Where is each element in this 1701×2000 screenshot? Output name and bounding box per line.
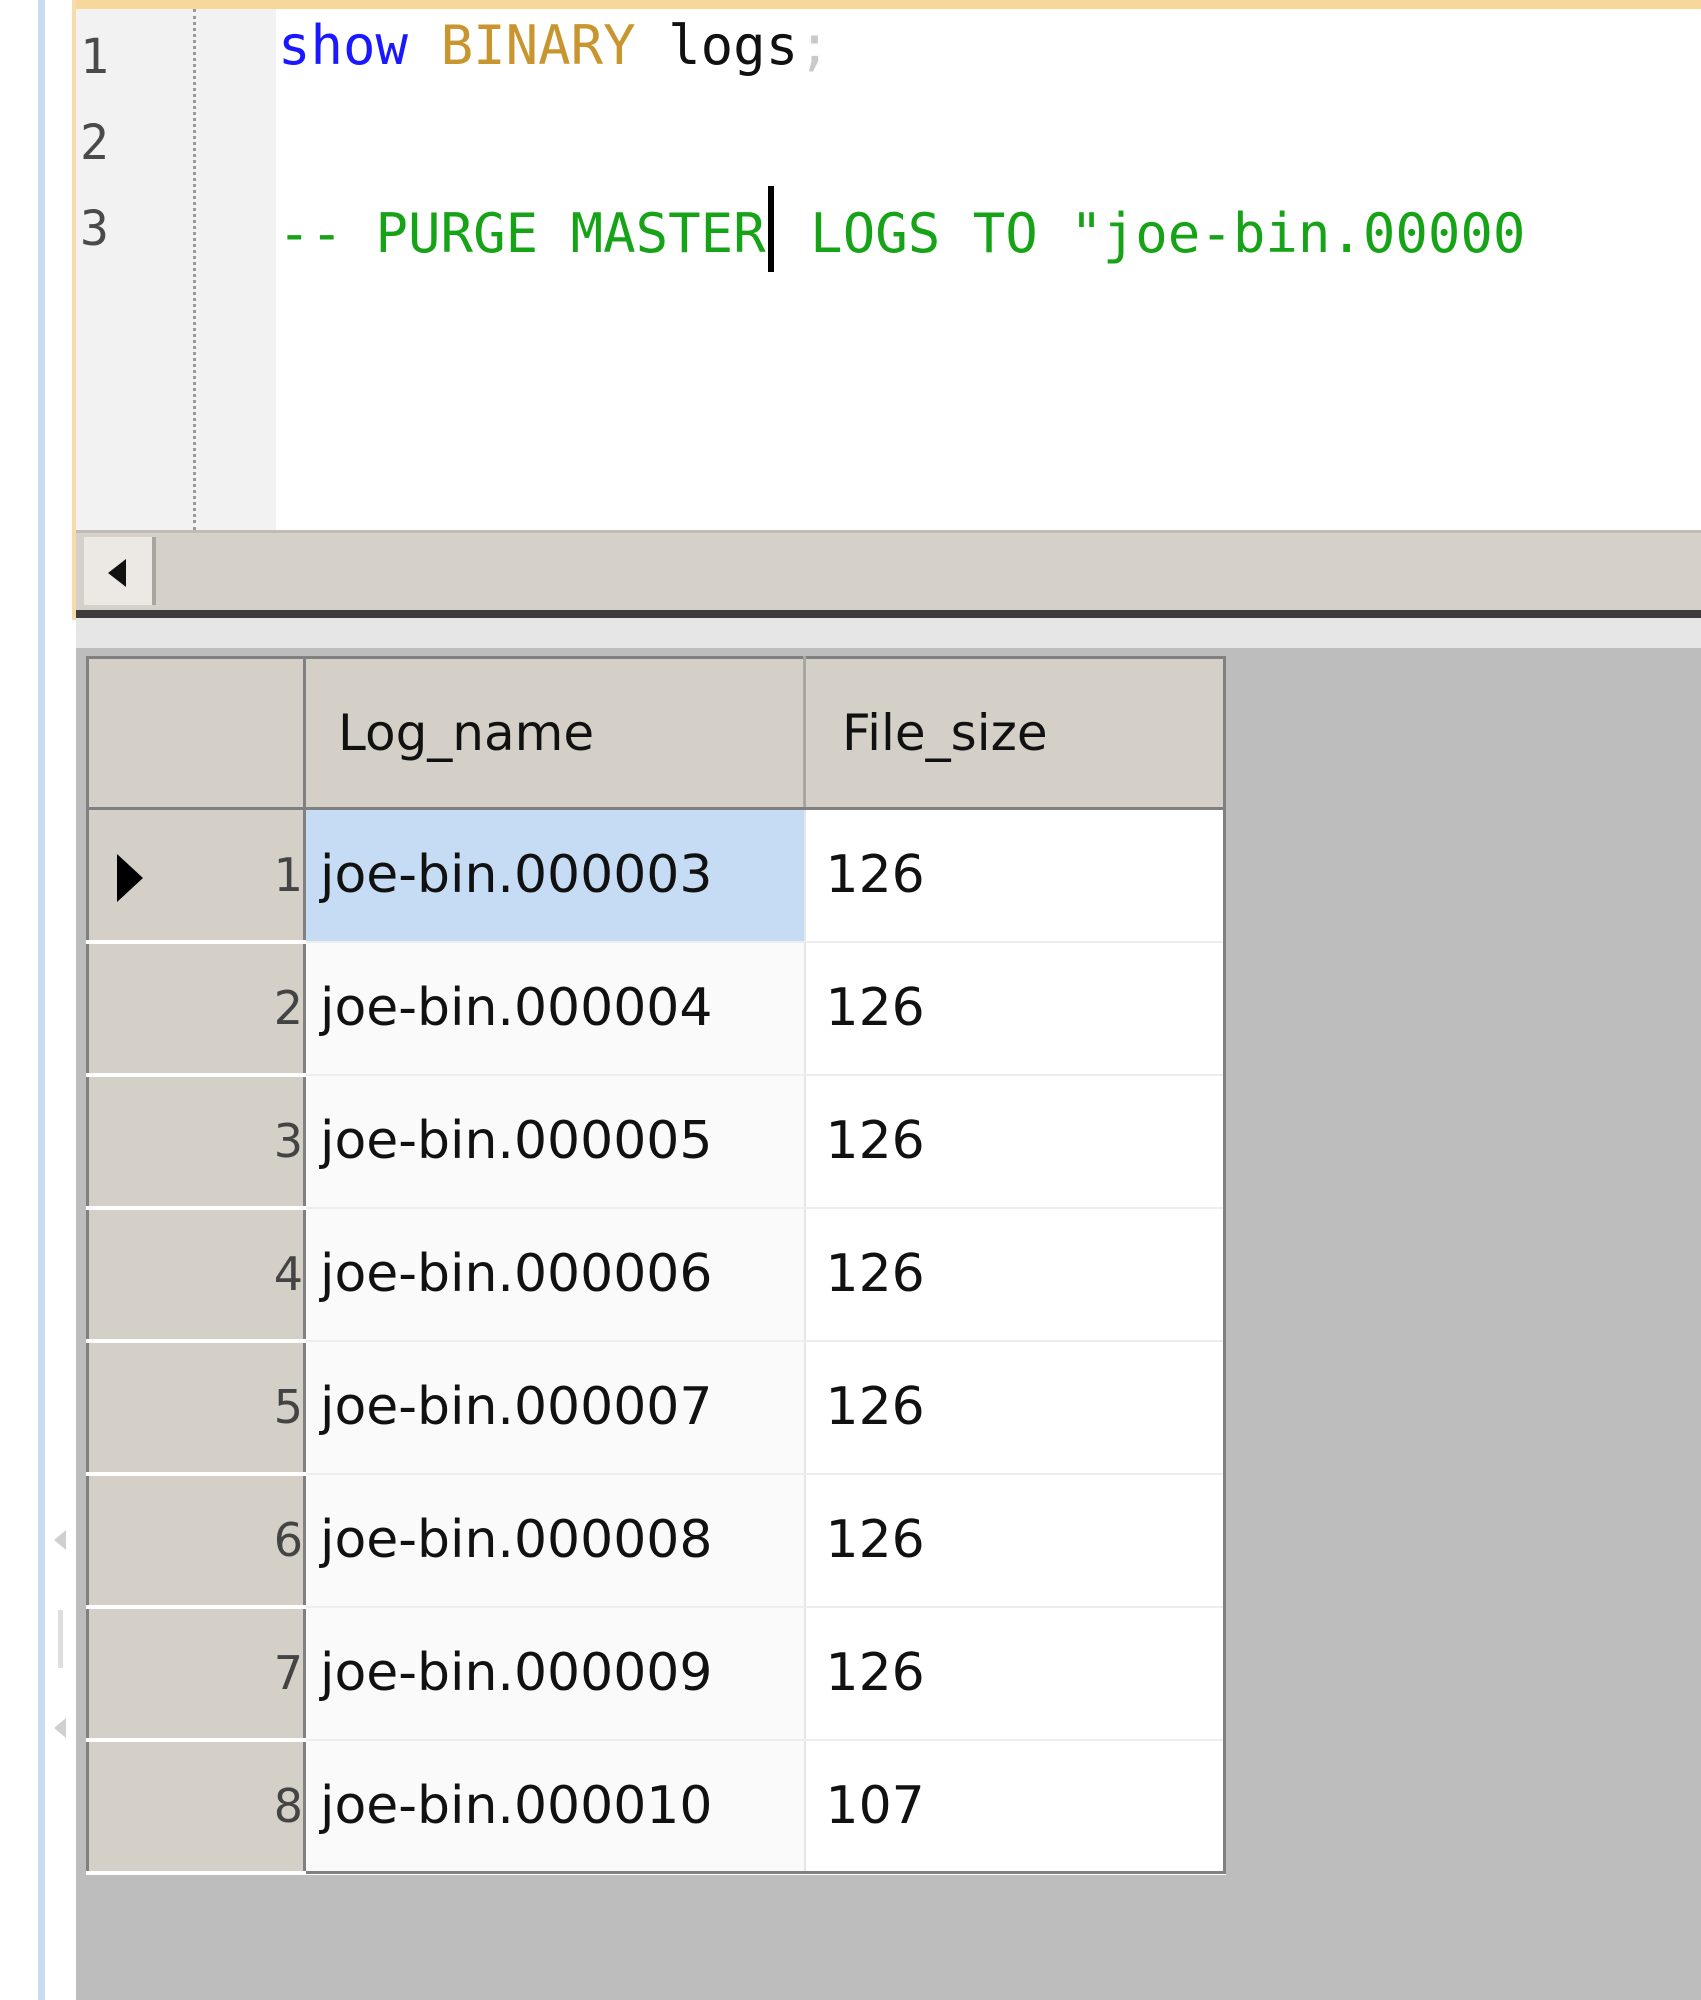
cell-file-size[interactable]: 126 [804,1074,1225,1209]
collapse-arrow-icon[interactable] [54,1718,66,1738]
cell-log-name[interactable]: joe-bin.000003 [304,808,806,943]
table-row[interactable]: 7 joe-bin.000009 126 [87,1606,1225,1742]
left-window-edge [0,0,76,2000]
cell-log-name[interactable]: joe-bin.000005 [304,1074,806,1209]
row-number: 4 [273,1247,303,1301]
row-number: 3 [273,1114,303,1168]
row-header[interactable]: 4 [87,1207,306,1343]
keyword-show: show [278,14,409,77]
table-row[interactable]: 5 joe-bin.000007 126 [87,1340,1225,1476]
results-panel: Log_name File_size 1 joe-bin.000003 126 … [76,648,1701,2000]
line-number: 2 [80,115,109,171]
row-number: 7 [273,1646,303,1700]
row-header[interactable]: 3 [87,1074,306,1210]
collapse-arrow-icon[interactable] [54,1530,66,1550]
row-number: 5 [273,1380,303,1434]
header-row: Log_name File_size [87,657,1225,810]
row-header[interactable]: 1 [87,808,306,944]
row-header[interactable]: 7 [87,1606,306,1742]
cell-log-name[interactable]: joe-bin.000010 [304,1739,806,1874]
row-header[interactable]: 2 [87,941,306,1077]
cell-file-size[interactable]: 126 [804,1207,1225,1342]
cell-file-size[interactable]: 126 [804,1340,1225,1475]
row-number: 6 [273,1513,303,1567]
cell-file-size[interactable]: 107 [804,1739,1225,1874]
grid-corner[interactable] [87,657,306,810]
keyword-binary: BINARY [440,14,636,77]
code-line-3[interactable]: -- PURGE MASTER LOGS TO "joe-bin.00000 [278,186,1525,272]
results-grid[interactable]: Log_name File_size 1 joe-bin.000003 126 … [86,656,1226,1875]
cell-file-size[interactable]: 126 [804,1606,1225,1741]
horizontal-scrollbar[interactable] [76,530,1701,610]
semicolon: ; [798,14,831,77]
panel-splitter-grip[interactable] [58,1610,63,1668]
comment-text: -- PURGE MASTER [278,202,766,265]
cell-file-size[interactable]: 126 [804,808,1225,943]
code-line-1[interactable]: show BINARY logs; [278,14,831,77]
table-row[interactable]: 2 joe-bin.000004 126 [87,941,1225,1077]
table-row[interactable]: 6 joe-bin.000008 126 [87,1473,1225,1609]
cell-file-size[interactable]: 126 [804,941,1225,1076]
triangle-left-icon [108,559,126,587]
sql-editor[interactable]: 1 2 3 show BINARY logs; -- PURGE MASTER … [76,0,1701,530]
row-header[interactable]: 6 [87,1473,306,1609]
text-caret [767,186,774,272]
row-number: 2 [273,981,303,1035]
row-header[interactable]: 5 [87,1340,306,1476]
left-panel-border [38,0,45,2000]
cell-log-name[interactable]: joe-bin.000008 [304,1473,806,1608]
table-row[interactable]: 8 joe-bin.000010 107 [87,1739,1225,1875]
cell-log-name[interactable]: joe-bin.000009 [304,1606,806,1741]
table-row[interactable]: 1 joe-bin.000003 126 [87,808,1225,944]
cell-log-name[interactable]: joe-bin.000004 [304,941,806,1076]
cell-log-name[interactable]: joe-bin.000006 [304,1207,806,1342]
current-row-pointer-icon [117,854,143,902]
table-row[interactable]: 3 joe-bin.000005 126 [87,1074,1225,1210]
column-header-log-name[interactable]: Log_name [304,657,806,810]
row-header[interactable]: 8 [87,1739,306,1875]
table-row[interactable]: 4 joe-bin.000006 126 [87,1207,1225,1343]
identifier-logs: logs [668,14,799,77]
line-number: 3 [80,201,109,257]
cell-file-size[interactable]: 126 [804,1473,1225,1608]
editor-tab-border [76,0,1701,9]
splitter-gap [76,618,1701,648]
scroll-left-button[interactable] [84,537,156,605]
line-number-gutter: 1 2 3 [76,9,276,530]
gutter-fold-line [193,9,196,530]
line-number: 1 [80,29,109,85]
editor-results-splitter[interactable] [76,610,1701,618]
row-number: 8 [273,1779,303,1833]
row-number: 1 [273,847,303,902]
cell-log-name[interactable]: joe-bin.000007 [304,1340,806,1475]
comment-text: LOGS TO "joe-bin.00000 [777,202,1526,265]
column-header-file-size[interactable]: File_size [804,657,1225,810]
